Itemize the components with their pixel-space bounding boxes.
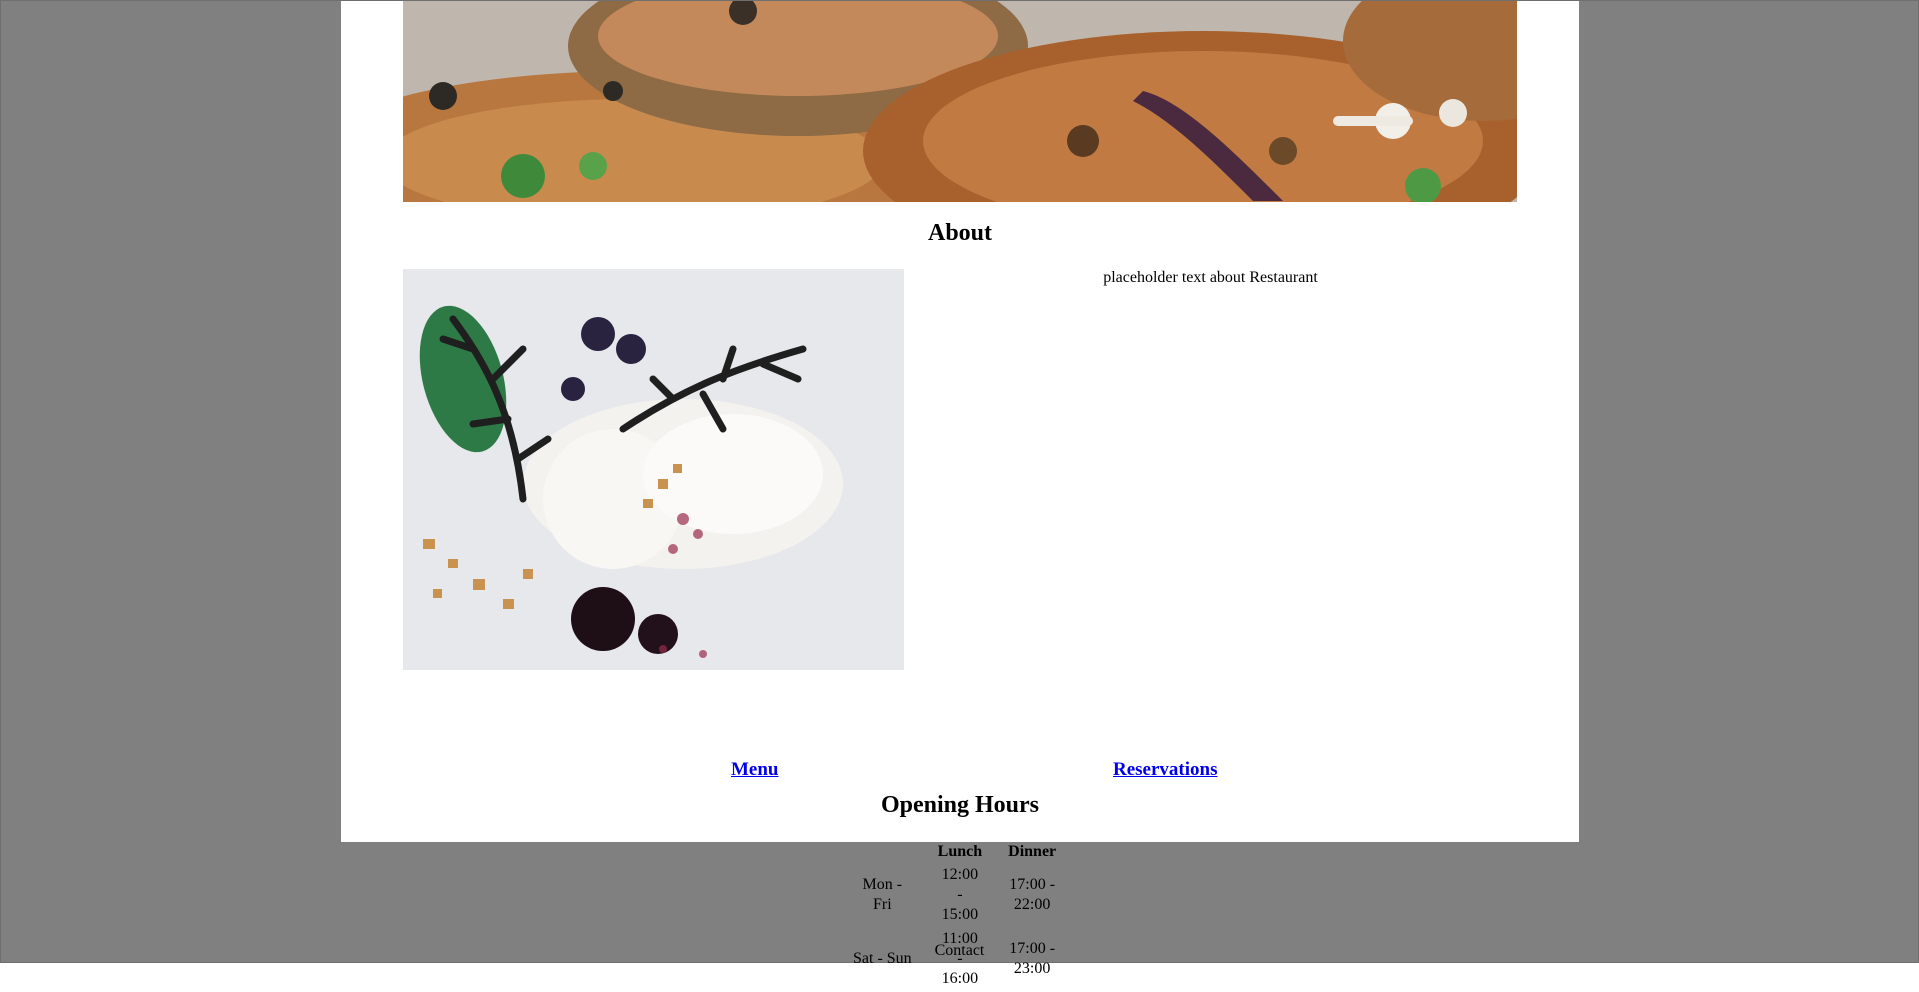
contact-label: Contact	[934, 942, 985, 959]
table-header-day	[841, 842, 924, 862]
lunch-cell: 12:00 - 15:00	[941, 866, 979, 923]
table-header-row: Lunch Dinner	[841, 842, 1068, 862]
day-cell: Mon - Fri	[862, 876, 903, 913]
opening-hours-heading: Opening Hours	[880, 792, 1040, 818]
content-panel: About placeholder text about Restaurant …	[341, 1, 1579, 842]
about-text: placeholder text about Restaurant	[1103, 269, 1318, 286]
hero-image	[403, 1, 1517, 202]
table-row: Mon - Fri 12:00 - 15:00 17:00 - 22:00	[841, 864, 1068, 926]
about-heading: About	[927, 220, 993, 246]
about-image	[403, 269, 904, 670]
dinner-cell: 17:00 - 22:00	[1009, 876, 1056, 913]
table-header-dinner: Dinner	[1008, 843, 1057, 860]
menu-link[interactable]: Menu	[731, 759, 779, 781]
opening-hours-table: Lunch Dinner Mon - Fri 12:00 - 15:00 17:…	[839, 840, 1070, 992]
reservations-link[interactable]: Reservations	[1113, 759, 1217, 781]
table-header-lunch: Lunch	[937, 843, 983, 860]
